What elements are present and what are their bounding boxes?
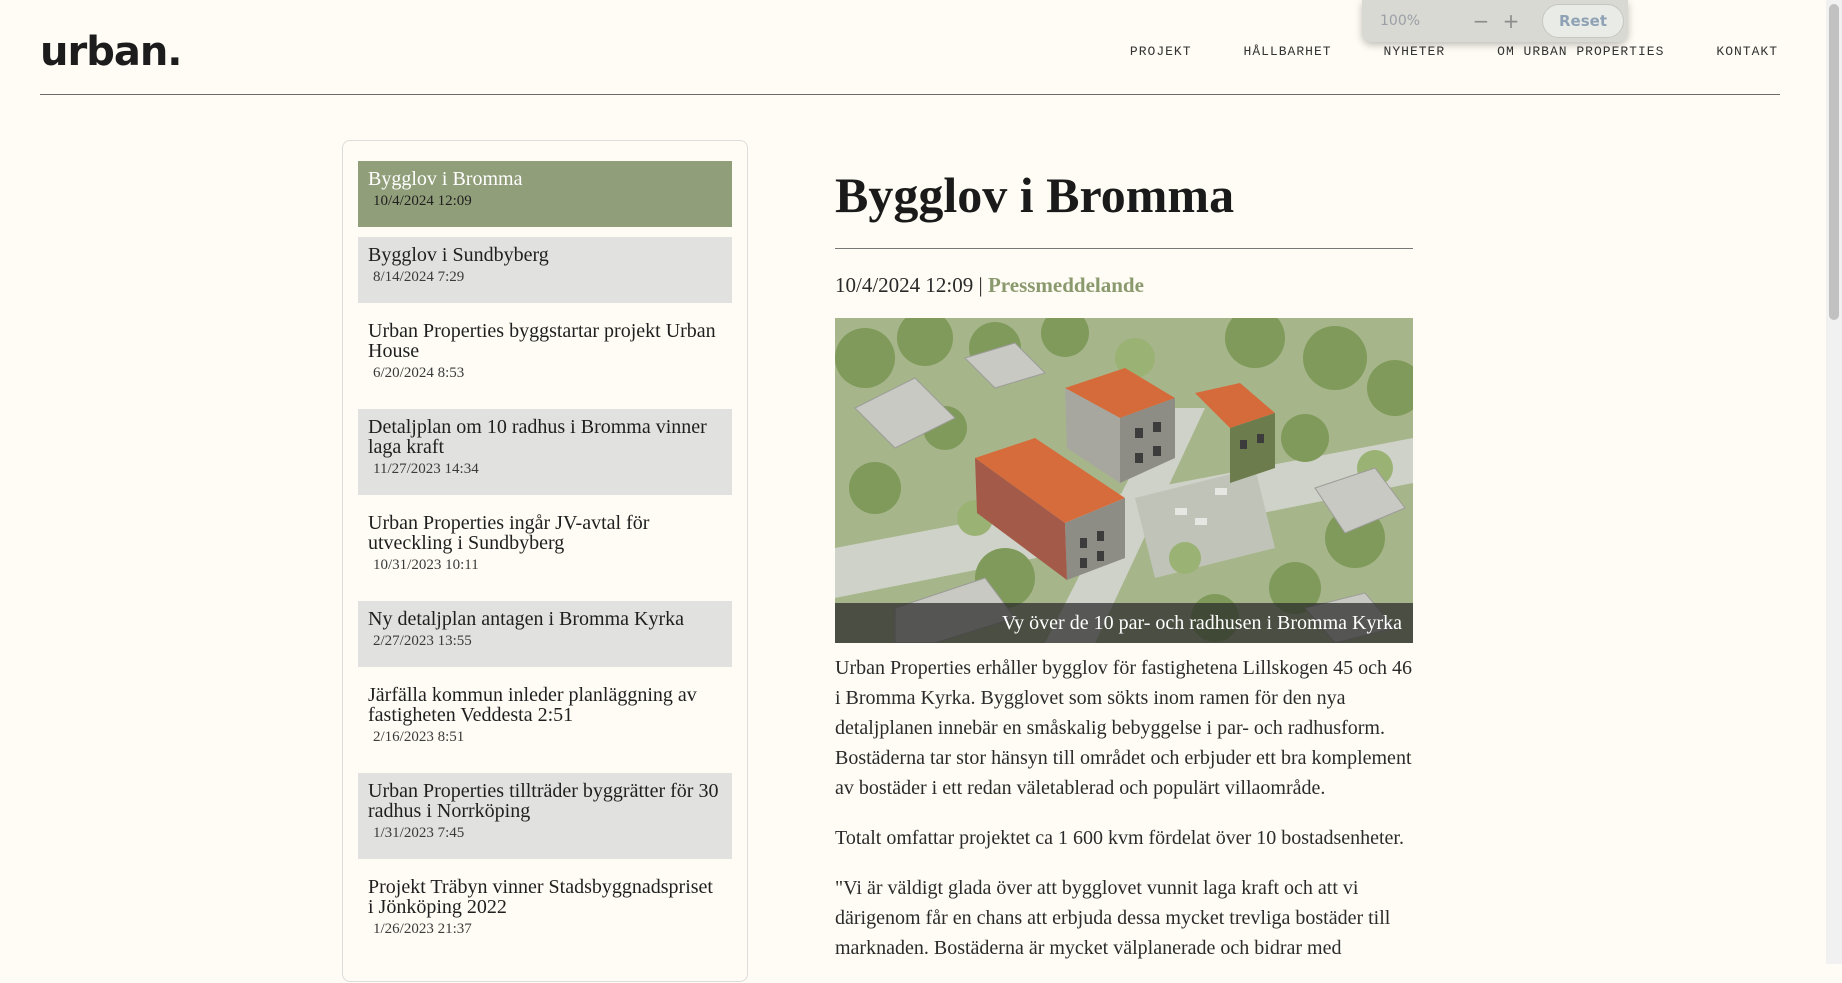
news-item-date: 6/20/2024 8:53	[373, 365, 465, 381]
article-paragraph: "Vi är väldigt glada över att bygglovet …	[835, 877, 1391, 959]
news-item[interactable]: Projekt Träbyn vinner Stadsbyggnadsprise…	[358, 869, 732, 955]
zoom-toolbar: 100% − + Reset	[1362, 0, 1628, 42]
news-item[interactable]: Urban Properties tillträder byggrätter f…	[358, 773, 732, 859]
news-item-title: Urban Properties byggstartar projekt Urb…	[368, 320, 716, 362]
zoom-out-button[interactable]: −	[1466, 9, 1496, 33]
news-item[interactable]: Järfälla kommun inleder planläggning av …	[358, 677, 732, 763]
news-item[interactable]: Urban Properties ingår JV-avtal för utve…	[358, 505, 732, 591]
logo[interactable]: urban.	[40, 28, 182, 76]
news-list: Bygglov i Bromma 10/4/2024 12:09 Bygglov…	[342, 140, 748, 982]
news-item-title: Urban Properties ingår JV-avtal för utve…	[368, 512, 650, 554]
news-item-date: 1/26/2023 21:37	[373, 921, 472, 937]
news-item-date: 8/14/2024 7:29	[373, 269, 465, 285]
news-item-title: Ny detaljplan antagen i Bromma Kyrka	[368, 608, 685, 630]
news-item-title: Detaljplan om 10 radhus i Bromma vinner …	[368, 416, 707, 458]
aerial-rendering-illustration	[835, 318, 1413, 643]
news-item-title: Projekt Träbyn vinner Stadsbyggnadsprise…	[368, 876, 713, 918]
nav-om-urban-properties[interactable]: OM URBAN PROPERTIES	[1497, 44, 1664, 59]
news-item[interactable]: Bygglov i Bromma 10/4/2024 12:09	[358, 161, 732, 227]
main-nav: PROJEKT HÅLLBARHET NYHETER OM URBAN PROP…	[1130, 44, 1778, 59]
article-title: Bygglov i Bromma	[835, 167, 1235, 223]
news-item-date: 10/31/2023 10:11	[373, 557, 479, 573]
news-item[interactable]: Ny detaljplan antagen i Bromma Kyrka 2/2…	[358, 601, 732, 667]
header-divider	[40, 94, 1780, 95]
nav-nyheter[interactable]: NYHETER	[1384, 44, 1446, 59]
article-date: 10/4/2024 12:09	[835, 273, 974, 297]
article-divider	[835, 248, 1413, 249]
article-hero-image: Vy över de 10 par- och radhusen i Bromma…	[835, 318, 1413, 643]
article-paragraph: Totalt omfattar projektet ca 1 600 kvm f…	[835, 827, 1404, 849]
article-body: Urban Properties erhåller bygglov för fa…	[835, 653, 1413, 963]
article-paragraph: Urban Properties erhåller bygglov för fa…	[835, 657, 1413, 799]
zoom-in-button[interactable]: +	[1496, 9, 1526, 33]
news-item[interactable]: Urban Properties byggstartar projekt Urb…	[358, 313, 732, 399]
nav-hallbarhet[interactable]: HÅLLBARHET	[1244, 44, 1332, 59]
meta-separator: |	[973, 273, 988, 297]
article: Bygglov i Bromma 10/4/2024 12:09 | Press…	[835, 160, 1413, 983]
news-item-date: 11/27/2023 14:34	[373, 461, 479, 477]
news-item-date: 10/4/2024 12:09	[373, 193, 472, 209]
nav-kontakt[interactable]: KONTAKT	[1716, 44, 1778, 59]
news-item-title: Urban Properties tillträder byggrätter f…	[368, 780, 719, 822]
news-item-date: 2/16/2023 8:51	[373, 729, 465, 745]
scrollbar-thumb[interactable]	[1829, 4, 1839, 320]
news-item[interactable]: Bygglov i Sundbyberg 8/14/2024 7:29	[358, 237, 732, 303]
news-item[interactable]: Detaljplan om 10 radhus i Bromma vinner …	[358, 409, 732, 495]
news-item-title: Bygglov i Sundbyberg	[368, 244, 549, 266]
news-item-date: 1/31/2023 7:45	[373, 825, 465, 841]
nav-projekt[interactable]: PROJEKT	[1130, 44, 1192, 59]
news-item-title: Järfälla kommun inleder planläggning av …	[368, 684, 697, 726]
news-item-date: 2/27/2023 13:55	[373, 633, 472, 649]
image-caption: Vy över de 10 par- och radhusen i Bromma…	[835, 603, 1413, 643]
zoom-level: 100%	[1380, 13, 1421, 29]
article-category-link[interactable]: Pressmeddelande	[988, 273, 1144, 297]
page-scrollbar[interactable]	[1826, 0, 1842, 964]
zoom-reset-button[interactable]: Reset	[1542, 4, 1624, 38]
news-item-title: Bygglov i Bromma	[368, 168, 523, 190]
article-meta: 10/4/2024 12:09 | Pressmeddelande	[835, 273, 1413, 298]
